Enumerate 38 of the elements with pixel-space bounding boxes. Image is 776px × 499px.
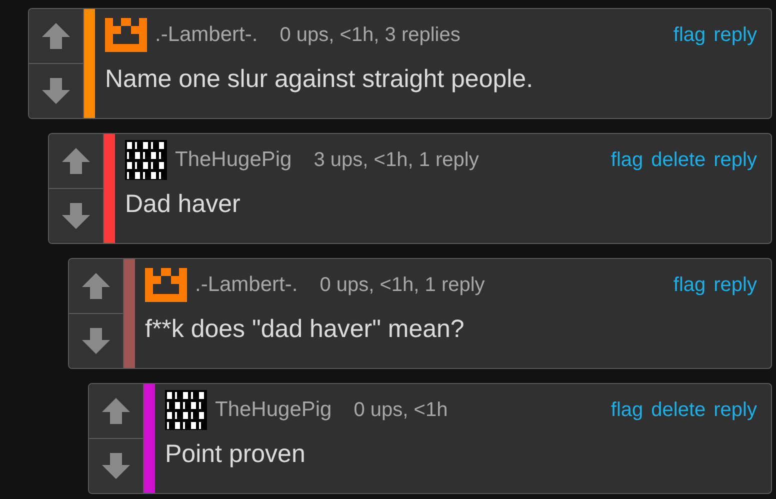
- comment-text: f**k does "dad haver" mean?: [145, 315, 466, 344]
- up-arrow-icon: [101, 396, 131, 426]
- action-link[interactable]: reply: [714, 24, 757, 46]
- action-link[interactable]: reply: [714, 398, 757, 422]
- castle-avatar-icon: [145, 268, 187, 302]
- down-arrow-icon: [101, 451, 131, 481]
- action-link[interactable]: delete: [651, 398, 706, 422]
- action-link[interactable]: reply: [714, 148, 757, 172]
- upvote-button[interactable]: [89, 384, 143, 439]
- action-link[interactable]: reply: [714, 274, 757, 296]
- upvote-button[interactable]: [49, 134, 103, 189]
- action-link[interactable]: delete: [651, 148, 706, 172]
- username[interactable]: .-Lambert-.: [155, 23, 258, 47]
- comment-meta: 0 ups, <1h, 3 replies: [280, 24, 460, 46]
- comment-meta: 0 ups, <1h: [354, 398, 448, 422]
- comment-meta: 0 ups, <1h, 1 reply: [320, 274, 485, 296]
- action-link[interactable]: flag: [673, 24, 706, 46]
- comment-text: Name one slur against straight people.: [105, 65, 534, 94]
- comment-text: Point proven: [165, 440, 306, 469]
- comment-meta: 3 ups, <1h, 1 reply: [314, 148, 479, 172]
- upvote-button[interactable]: [29, 9, 83, 64]
- up-arrow-icon: [41, 21, 71, 51]
- down-arrow-icon: [61, 201, 91, 231]
- up-arrow-icon: [81, 271, 111, 301]
- castle-avatar-icon: [105, 18, 147, 52]
- action-link[interactable]: flag: [610, 398, 644, 422]
- upvote-button[interactable]: [69, 259, 123, 314]
- up-arrow-icon: [61, 146, 91, 176]
- action-link[interactable]: flag: [673, 274, 706, 296]
- comment-text: Dad haver: [125, 190, 242, 219]
- down-arrow-icon: [41, 76, 71, 106]
- down-arrow-icon: [81, 326, 111, 356]
- username[interactable]: TheHugePig: [175, 148, 292, 172]
- pattern-avatar-icon: [165, 390, 207, 430]
- username[interactable]: TheHugePig: [215, 398, 332, 422]
- pattern-avatar-icon: [125, 140, 167, 180]
- username[interactable]: .-Lambert-.: [195, 273, 298, 297]
- action-link[interactable]: flag: [610, 148, 644, 172]
